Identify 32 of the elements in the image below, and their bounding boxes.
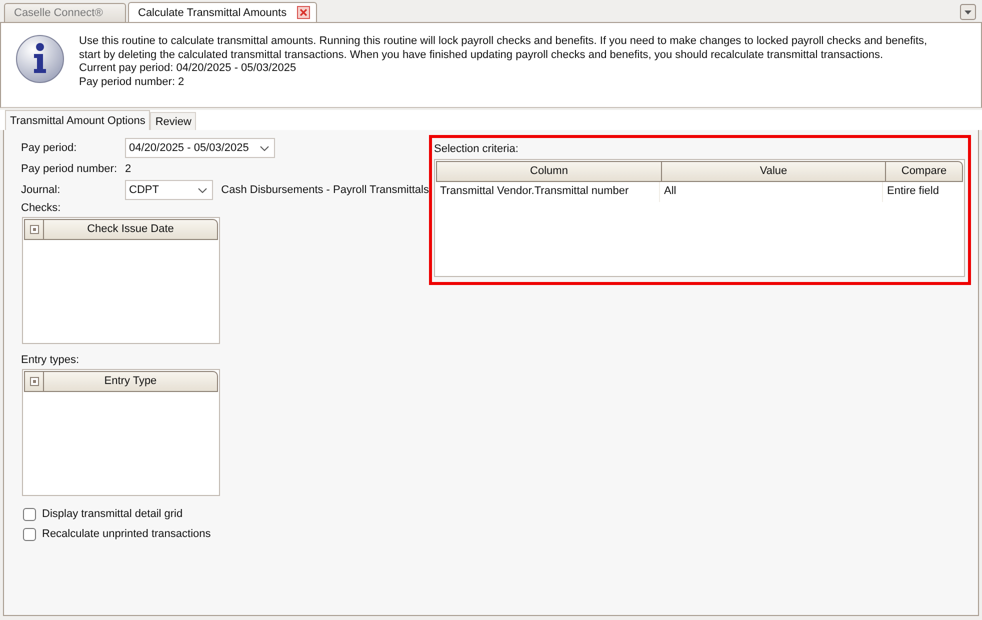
checks-label: Checks: <box>21 202 62 216</box>
column-header[interactable]: Column <box>437 162 662 181</box>
checkbox-label: Display transmittal detail grid <box>42 508 183 520</box>
document-tab[interactable]: Caselle Connect® <box>4 3 126 22</box>
checkbox[interactable] <box>23 508 36 520</box>
entry-types-label: Entry types: <box>21 354 80 368</box>
journal-label: Journal: <box>21 184 62 196</box>
description-text: Use this routine to calculate transmittal amounts. Running this routine will lock payroll checks and benefits. If you need to make changes to locked payroll checks and benefits, start by deleting the calculated transmittal transactions. When you have finished updating payroll checks and benefits, you should recalculate transmittal transactions. <box>79 35 928 62</box>
pay-period-number-label: Pay period number: <box>21 163 118 175</box>
pay-period-label: Pay period: <box>21 142 78 154</box>
column-header[interactable]: Value <box>662 162 886 181</box>
close-icon[interactable] <box>296 6 310 19</box>
current-pay-period-text: Current pay period: 04/20/2025 - 05/03/2025 <box>79 62 298 76</box>
info-icon <box>15 34 65 84</box>
document-tab[interactable]: Calculate Transmittal Amounts <box>128 2 317 22</box>
options-tab[interactable]: Review <box>150 112 196 130</box>
table-cell: All <box>660 182 883 202</box>
journal-dropdown[interactable]: CDPT <box>125 180 214 200</box>
selection-criteria-label: Selection criteria: <box>434 143 520 157</box>
options-tab[interactable]: Transmittal Amount Options <box>5 110 150 130</box>
checkbox[interactable] <box>23 528 36 540</box>
pay-period-number-value: 2 <box>125 163 132 175</box>
table-cell-text: Entire field <box>886 184 940 199</box>
dropdown-icon[interactable] <box>960 4 976 20</box>
chevron-icon <box>198 188 208 192</box>
pay-period-number-text: Pay period number: 2 <box>79 76 186 89</box>
checkbox-label: Recalculate unprinted transactions <box>42 528 211 540</box>
chevron-icon <box>260 146 269 150</box>
journal-description: Cash Disbursements - Payroll Transmittals <box>221 184 429 196</box>
table-cell: Transmittal Vendor.Transmittal number <box>436 182 660 202</box>
pay-period-dropdown[interactable]: 04/20/2025 - 05/03/2025 <box>125 138 275 158</box>
column-header[interactable]: Compare <box>886 162 962 181</box>
